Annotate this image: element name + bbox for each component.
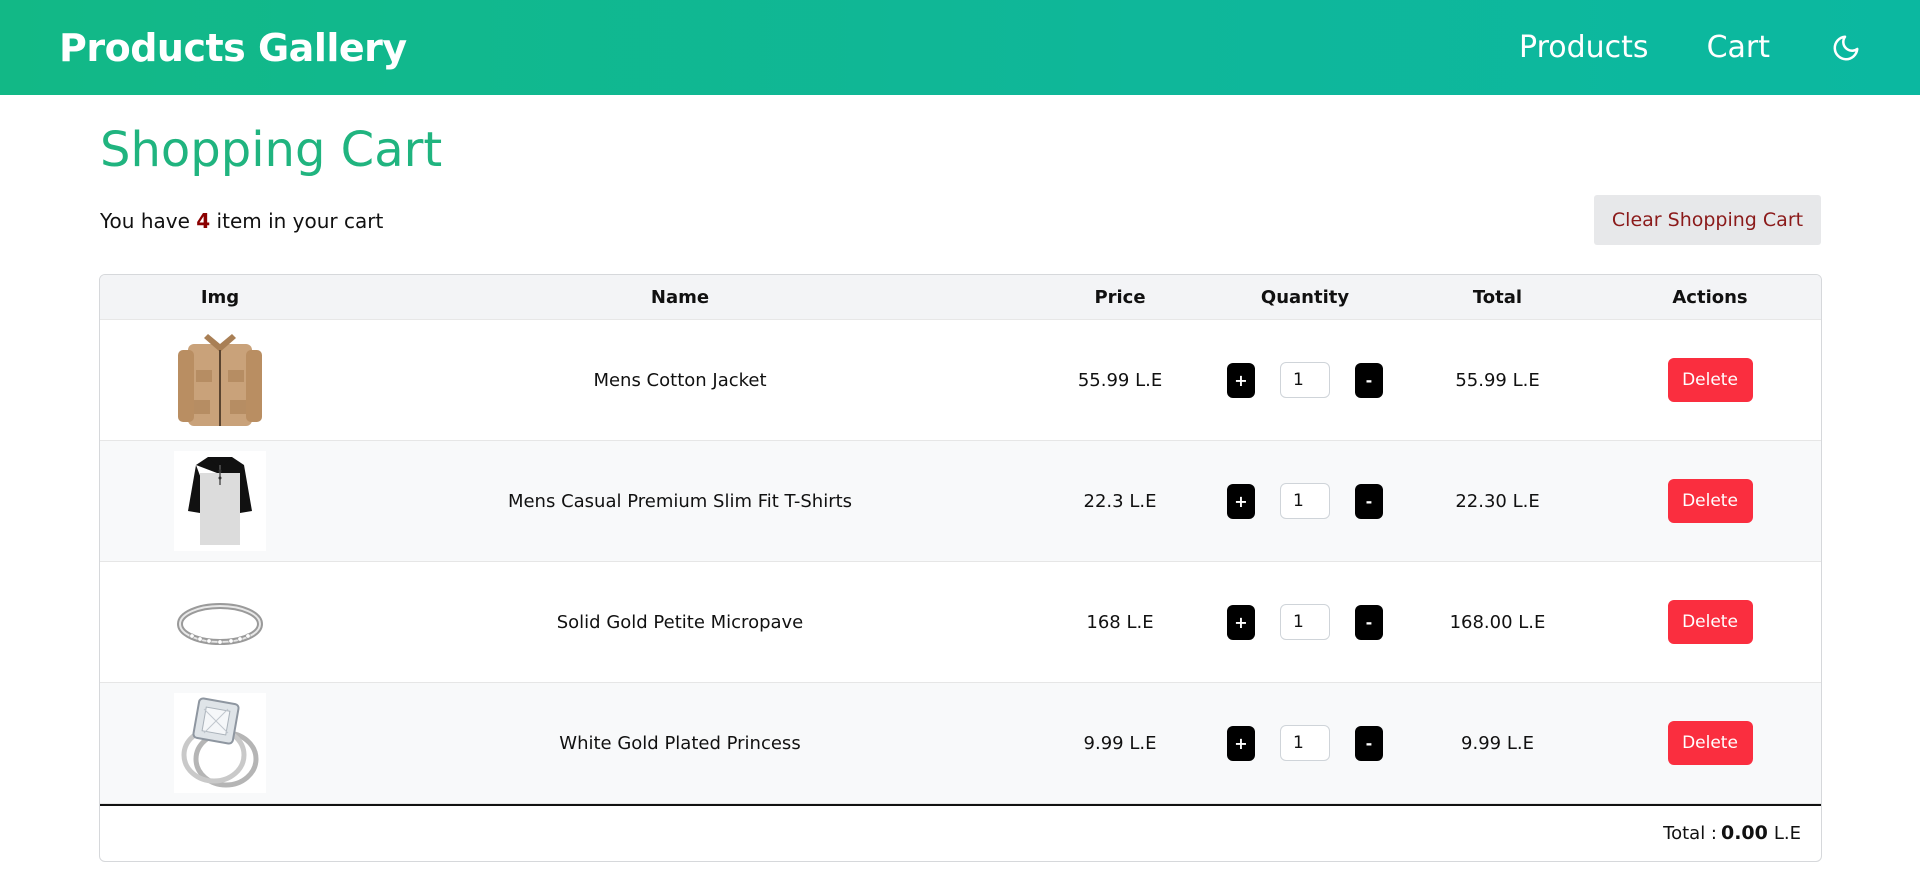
product-total: 168.00 L.E (1449, 611, 1546, 633)
quantity-input[interactable] (1280, 725, 1330, 761)
increase-button[interactable]: + (1227, 362, 1255, 398)
nav-link-cart[interactable]: Cart (1707, 30, 1770, 65)
increase-button[interactable]: + (1227, 725, 1255, 761)
product-total: 55.99 L.E (1455, 369, 1540, 391)
product-price: 9.99 L.E (1083, 732, 1157, 754)
grand-total-label: Total : (1663, 822, 1717, 844)
grand-total-amount: 0.00 (1720, 822, 1768, 844)
header-actions: Actions (1672, 286, 1748, 308)
product-name: Mens Cotton Jacket (593, 369, 767, 391)
page-title: Shopping Cart (100, 122, 443, 178)
delete-button[interactable]: Delete (1667, 479, 1753, 523)
header-img: Img (200, 286, 240, 308)
delete-button[interactable]: Delete (1667, 721, 1753, 765)
actions-cell: Delete (1605, 721, 1815, 765)
product-image-ring (100, 572, 340, 672)
actions-cell: Delete (1605, 479, 1815, 523)
nav-link-products[interactable]: Products (1519, 30, 1649, 65)
header-name: Name (650, 286, 710, 308)
increase-button[interactable]: + (1227, 483, 1255, 519)
product-price: 22.3 L.E (1083, 490, 1157, 512)
summary-suffix: item in your cart (216, 209, 384, 233)
product-total: 22.30 L.E (1455, 490, 1540, 512)
product-name: Solid Gold Petite Micropave (556, 611, 804, 633)
brand-title[interactable]: Products Gallery (59, 26, 407, 70)
quantity-stepper: + - (1220, 362, 1390, 398)
product-image-jacket (100, 330, 340, 430)
table-row: White Gold Plated Princess 9.99 L.E + - … (100, 683, 1821, 804)
decrease-button[interactable]: - (1355, 362, 1383, 398)
delete-button[interactable]: Delete (1667, 600, 1753, 644)
decrease-button[interactable]: - (1355, 725, 1383, 761)
table-footer: Total : 0.00 L.E (100, 804, 1821, 860)
product-image-tshirt (100, 451, 340, 551)
quantity-stepper: + - (1220, 725, 1390, 761)
table-row: Mens Cotton Jacket 55.99 L.E + - 55.99 L… (100, 320, 1821, 441)
quantity-stepper: + - (1220, 604, 1390, 640)
cart-table: Img Name Price Quantity Total Actions Me… (99, 274, 1822, 862)
product-name: Mens Casual Premium Slim Fit T-Shirts (507, 490, 853, 512)
quantity-input[interactable] (1280, 483, 1330, 519)
increase-button[interactable]: + (1227, 604, 1255, 640)
item-count: 4 (196, 209, 211, 233)
product-name: White Gold Plated Princess (559, 732, 801, 754)
table-row: Mens Casual Premium Slim Fit T-Shirts 22… (100, 441, 1821, 562)
product-image-princess-ring (100, 693, 340, 793)
product-price: 55.99 L.E (1077, 369, 1163, 391)
actions-cell: Delete (1605, 358, 1815, 402)
header-price: Price (1094, 286, 1146, 308)
nav-links: Products Cart (1461, 30, 1862, 65)
header-quantity: Quantity (1260, 286, 1350, 308)
moon-icon[interactable] (1830, 32, 1862, 64)
actions-cell: Delete (1605, 600, 1815, 644)
decrease-button[interactable]: - (1355, 604, 1383, 640)
table-row: Solid Gold Petite Micropave 168 L.E + - … (100, 562, 1821, 683)
quantity-stepper: + - (1220, 483, 1390, 519)
grand-total-currency: L.E (1773, 822, 1801, 844)
product-total: 9.99 L.E (1461, 732, 1534, 754)
product-price: 168 L.E (1086, 611, 1154, 633)
quantity-input[interactable] (1280, 604, 1330, 640)
clear-cart-button[interactable]: Clear Shopping Cart (1594, 195, 1821, 245)
quantity-input[interactable] (1280, 362, 1330, 398)
summary-prefix: You have (100, 209, 190, 233)
delete-button[interactable]: Delete (1667, 358, 1753, 402)
navbar: Products Gallery Products Cart (0, 0, 1920, 95)
cart-summary: You have 4 item in your cart (100, 209, 383, 233)
decrease-button[interactable]: - (1355, 483, 1383, 519)
table-header: Img Name Price Quantity Total Actions (100, 275, 1821, 320)
header-total: Total (1472, 286, 1523, 308)
